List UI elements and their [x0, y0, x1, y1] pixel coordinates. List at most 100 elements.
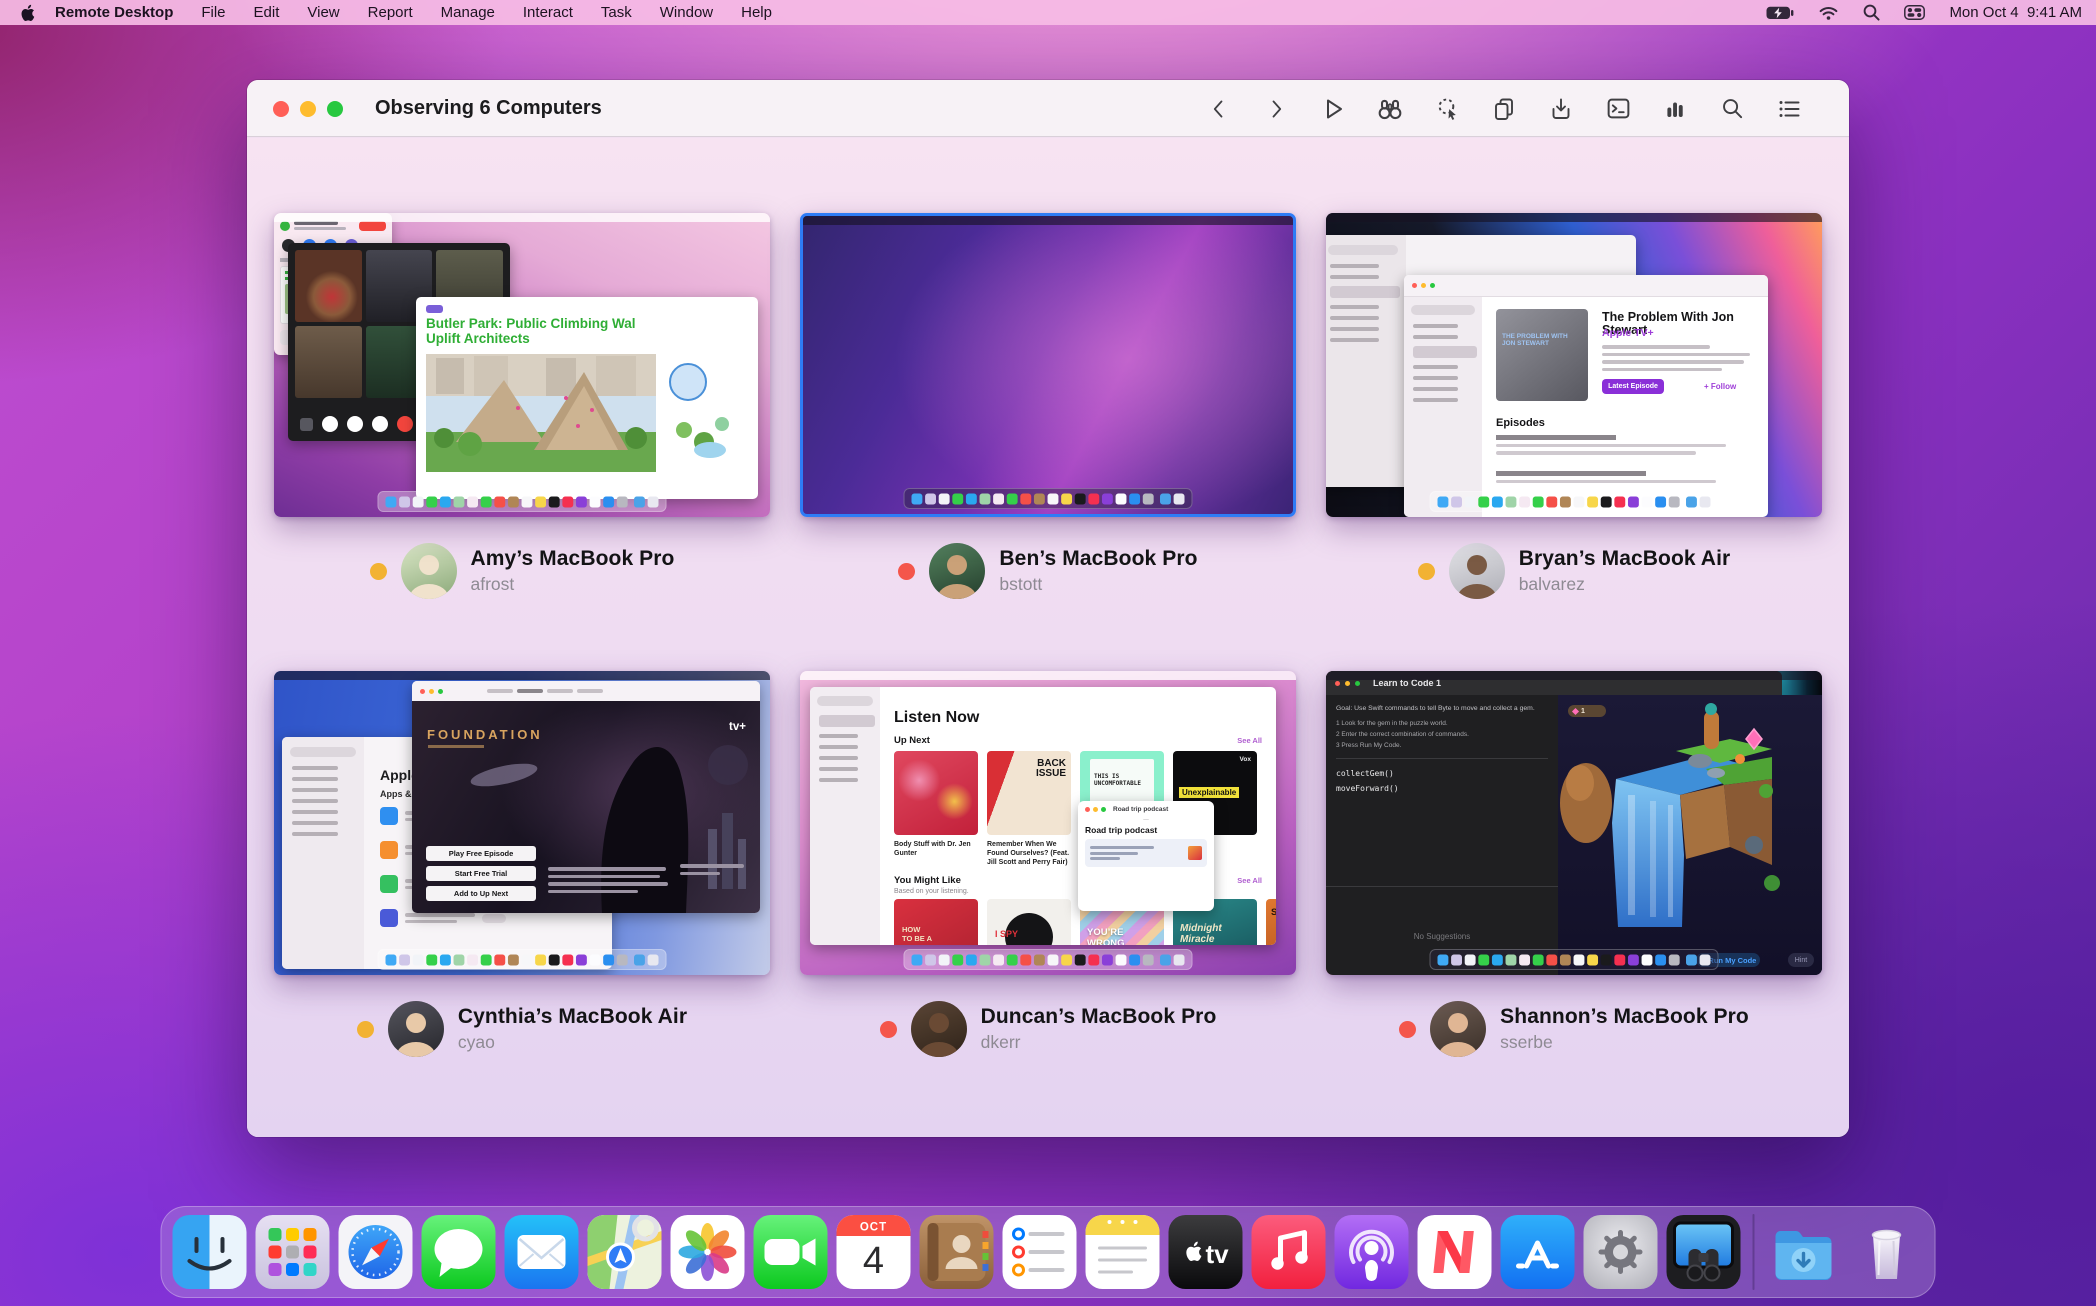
remote-desktop-icon[interactable] [1666, 1215, 1741, 1289]
computer-label: Bryan’s MacBook Air balvarez [1326, 543, 1822, 599]
control-center-icon[interactable] [1904, 5, 1926, 20]
follow-button-mock: + Follow [1704, 382, 1737, 391]
toolbar [1205, 80, 1803, 137]
launchpad-icon[interactable] [255, 1215, 330, 1289]
observe-binoculars-icon[interactable] [1376, 95, 1404, 123]
mail-icon[interactable] [504, 1215, 579, 1289]
puzzle-world-scene [1560, 703, 1780, 927]
mini-dock [903, 949, 1193, 970]
foundation-hero: FOUNDATION tv+ Play Free Episode Start F… [412, 701, 760, 913]
apple-tv-icon[interactable]: tv [1168, 1215, 1243, 1289]
apple-logo-icon[interactable] [20, 4, 35, 22]
menu-item-report[interactable]: Report [368, 4, 413, 21]
see-all-link-mock: See All [1237, 876, 1262, 886]
tv-app-window-mock: FOUNDATION tv+ Play Free Episode Start F… [412, 681, 760, 913]
menu-item-window[interactable]: Window [660, 4, 713, 21]
music-icon[interactable] [1251, 1215, 1326, 1289]
grid-row-1: Butler Park: Public Climbing Wal Uplift … [274, 213, 1822, 599]
computer-user: afrost [470, 574, 515, 594]
search-icon[interactable] [1718, 95, 1746, 123]
menu-bar: Remote Desktop File Edit View Report Man… [0, 0, 2096, 25]
downloads-folder-icon[interactable] [1767, 1215, 1841, 1289]
calendar-month: OCT [860, 1222, 887, 1234]
unix-command-icon[interactable] [1604, 95, 1632, 123]
slide-number-pill [426, 305, 443, 313]
up-next-heading: Up Next [894, 735, 930, 746]
news-icon[interactable] [1417, 1215, 1492, 1289]
screen-thumbnail-cynthia[interactable]: Apple Apps & Games [274, 671, 770, 975]
window-title: Observing 6 Computers [375, 97, 602, 119]
computer-card-bryan: Browse THE PROBLEM WITH JON STEW [1326, 213, 1822, 599]
avatar [400, 543, 457, 599]
foundation-cast-lines [680, 860, 746, 879]
screen-thumbnail-shannon[interactable]: Learn to Code 1 Goal: Use Swift commands… [1326, 671, 1822, 975]
menu-item-file[interactable]: File [201, 4, 225, 21]
status-dot [356, 1020, 374, 1038]
zoom-button[interactable] [327, 100, 343, 117]
system-preferences-icon[interactable] [1583, 1215, 1658, 1289]
podcasts-sidebar [810, 687, 880, 945]
mini-dock [377, 949, 667, 970]
safari-icon[interactable] [338, 1215, 413, 1289]
note-attachment-card [1085, 839, 1207, 867]
mini-dock [377, 491, 667, 512]
forward-icon[interactable] [1262, 95, 1290, 123]
finder-icon[interactable] [172, 1215, 247, 1289]
avatar [1448, 543, 1505, 599]
episode-row [1496, 435, 1746, 459]
computer-name: Amy’s MacBook Pro [470, 547, 675, 570]
podcasts-icon[interactable] [1334, 1215, 1409, 1289]
screen-thumbnail-amy[interactable]: Butler Park: Public Climbing Wal Uplift … [274, 213, 770, 517]
avatar [929, 543, 986, 599]
install-package-icon[interactable] [1547, 95, 1575, 123]
screen-thumbnail-bryan[interactable]: Browse THE PROBLEM WITH JON STEW [1326, 213, 1822, 517]
photos-icon[interactable] [670, 1215, 745, 1289]
menu-item-manage[interactable]: Manage [441, 4, 495, 21]
menu-item-task[interactable]: Task [601, 4, 632, 21]
calendar-icon[interactable]: OCT 4 [836, 1215, 911, 1289]
menu-item-help[interactable]: Help [741, 4, 772, 21]
wifi-icon[interactable] [1818, 5, 1839, 21]
play-icon[interactable] [1319, 95, 1347, 123]
reports-chart-icon[interactable] [1661, 95, 1689, 123]
screen-thumbnail-ben[interactable] [800, 213, 1296, 517]
menu-item-edit[interactable]: Edit [254, 4, 280, 21]
app-store-icon[interactable] [1500, 1215, 1575, 1289]
mini-menubar [1326, 213, 1822, 222]
add-to-up-next-button-mock: Add to Up Next [426, 886, 536, 901]
back-icon[interactable] [1205, 95, 1233, 123]
playgrounds-instructions-pane: Goal: Use Swift commands to tell Byte to… [1326, 695, 1558, 975]
control-cursor-icon[interactable] [1433, 95, 1461, 123]
spotlight-search-icon[interactable] [1863, 4, 1880, 21]
menu-clock[interactable]: Mon Oct 4 9:41 AM [1949, 4, 2082, 21]
trash-icon[interactable] [1850, 1215, 1924, 1289]
keynote-window-mock: Butler Park: Public Climbing Wal Uplift … [416, 297, 758, 499]
screen-thumbnail-duncan[interactable]: Listen Now Up Next See All BACK ISSUE TH… [800, 671, 1296, 975]
artwork-back-issue: BACK ISSUE [987, 751, 1071, 835]
copy-items-icon[interactable] [1490, 95, 1518, 123]
facetime-tile [295, 326, 362, 398]
status-dot [1417, 562, 1435, 580]
status-dot [1399, 1020, 1417, 1038]
maps-icon[interactable] [587, 1215, 662, 1289]
mini-menubar [800, 671, 1296, 680]
messages-icon[interactable] [421, 1215, 496, 1289]
menu-item-view[interactable]: View [307, 4, 339, 21]
avatar [387, 1001, 444, 1057]
battery-charging-icon[interactable] [1766, 6, 1794, 20]
note-heading: Road trip podcast [1085, 825, 1158, 835]
facetime-icon[interactable] [753, 1215, 828, 1289]
close-button[interactable] [273, 100, 289, 117]
menu-item-interact[interactable]: Interact [523, 4, 573, 21]
listen-now-heading: Listen Now [894, 709, 980, 726]
notes-icon[interactable] [1085, 1215, 1160, 1289]
play-free-episode-button-mock: Play Free Episode [426, 846, 536, 861]
menu-app-name[interactable]: Remote Desktop [55, 4, 173, 21]
artwork-i-spy: I SPY [987, 899, 1071, 945]
minimize-button[interactable] [300, 100, 316, 117]
mini-dock [1429, 491, 1719, 512]
list-view-icon[interactable] [1775, 95, 1803, 123]
reminders-icon[interactable] [1002, 1215, 1077, 1289]
mini-menubar [274, 671, 770, 680]
contacts-icon[interactable] [919, 1215, 994, 1289]
